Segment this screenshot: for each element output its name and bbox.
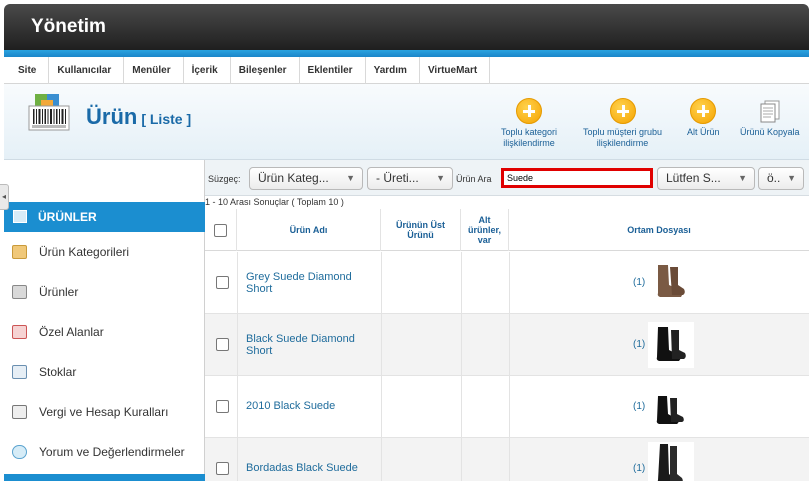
- product-table: Ürün Adı Ürünün Üst Ürünü Alt ürünler, v…: [205, 209, 809, 481]
- fields-icon: [12, 325, 27, 339]
- sidebar-item-tax-rules[interactable]: Vergi ve Hesap Kuralları: [4, 392, 205, 432]
- bulk-customer-group-label-1: Toplu müşteri grubu: [583, 127, 663, 137]
- add-icon: [516, 98, 543, 124]
- boot-thumbnail[interactable]: [648, 259, 694, 305]
- sidebar-item-products[interactable]: Ürünler: [4, 272, 205, 312]
- table-row: Black Suede Diamond Short (1): [205, 314, 809, 376]
- folder-icon: [12, 245, 27, 259]
- menu-site[interactable]: Site: [10, 56, 50, 84]
- sidebar-item-label: Özel Alanlar: [39, 325, 104, 339]
- product-name-link[interactable]: Black Suede Diamond Short: [246, 333, 376, 357]
- main-menu: Site Kullanıcılar Menüler İçerik Bileşen…: [4, 56, 809, 84]
- menu-virtuemart[interactable]: VirtueMart: [420, 56, 491, 84]
- chevron-down-icon: ▼: [436, 173, 445, 183]
- menu-menus[interactable]: Menüler: [124, 56, 184, 84]
- chevron-down-icon: ▼: [346, 173, 355, 183]
- page-title-text: Ürün: [86, 104, 138, 129]
- media-count[interactable]: (1): [633, 463, 645, 474]
- sidebar-item-label: Vergi ve Hesap Kuralları: [39, 405, 169, 419]
- sidebar-item-label: Ürün Kategorileri: [39, 245, 130, 259]
- select-all-cell: [205, 209, 237, 251]
- bulk-category-label-1: Toplu kategori: [501, 127, 558, 137]
- add-icon: [609, 98, 636, 124]
- media-count[interactable]: (1): [633, 277, 645, 288]
- sidebar-item-label: Ürünler: [39, 285, 79, 299]
- table-row: Grey Suede Diamond Short (1): [205, 252, 809, 314]
- sidebar-item-label: Yorum ve Değerlendirmeler: [39, 445, 185, 459]
- sidebar: ÜRÜNLER Ürün Kategorileri Ürünler Özel A…: [4, 160, 205, 481]
- category-filter-value: Ürün Kateg...: [258, 171, 329, 185]
- bulk-category-label-2: ilişkilendirme: [503, 138, 555, 148]
- sidebar-next-section[interactable]: [4, 474, 205, 481]
- sidebar-item-categories[interactable]: Ürün Kategorileri: [4, 232, 205, 272]
- copy-product-label: Ürünü Kopyala: [740, 127, 800, 137]
- status-filter-value: Lütfen S...: [666, 171, 721, 185]
- child-product-button[interactable]: Alt Ürün: [687, 98, 720, 138]
- menu-components[interactable]: Bileşenler: [231, 56, 300, 84]
- results-summary: 1 - 10 Arası Sonuçlar ( Toplam 10 ): [205, 197, 344, 207]
- filter-bar: Süzgeç: Ürün Kateg... ▼ - Üreti... ▼ Ürün …: [205, 160, 809, 196]
- sidebar-header-label: ÜRÜNLER: [38, 210, 97, 224]
- bulk-category-button[interactable]: Toplu kategori ilişkilendirme: [501, 98, 557, 149]
- product-name-link[interactable]: Grey Suede Diamond Short: [246, 271, 376, 295]
- search-label: Ürün Ara: [456, 174, 492, 184]
- row-checkbox[interactable]: [216, 462, 229, 475]
- products-icon: [13, 210, 27, 223]
- toolbar: Ürün[ Liste ] Toplu kategori ilişkilendi…: [4, 84, 809, 160]
- sidebar-item-stocks[interactable]: Stoklar: [4, 352, 205, 392]
- menu-users[interactable]: Kullanıcılar: [49, 56, 125, 84]
- product-name-link[interactable]: 2010 Black Suede: [246, 400, 376, 412]
- filter-label: Süzgeç:: [208, 174, 241, 184]
- boot-thumbnail[interactable]: [648, 322, 694, 368]
- status-filter-select[interactable]: Lütfen S... ▼: [657, 167, 755, 190]
- select-all-checkbox[interactable]: [214, 223, 227, 237]
- boot-thumbnail[interactable]: [648, 386, 694, 432]
- table-row: 2010 Black Suede (1): [205, 376, 809, 438]
- bulk-customer-group-label-2: ilişkilendirme: [596, 138, 649, 148]
- media-count[interactable]: (1): [633, 339, 645, 350]
- product-barcode-icon: [26, 92, 72, 136]
- product-name-link[interactable]: Bordadas Black Suede: [246, 462, 376, 474]
- category-filter-select[interactable]: Ürün Kateg... ▼: [249, 167, 363, 190]
- add-icon: [690, 98, 717, 124]
- search-input[interactable]: [501, 168, 653, 188]
- column-child-products[interactable]: Alt ürünler, var: [461, 209, 509, 251]
- row-checkbox[interactable]: [216, 338, 229, 351]
- column-media: Ortam Dosyası: [627, 225, 691, 235]
- page-subtitle: [ Liste ]: [141, 111, 192, 127]
- column-parent-product[interactable]: Ürünün Üst Ürünü: [381, 209, 461, 251]
- manufacturer-filter-select[interactable]: - Üreti... ▼: [367, 167, 453, 190]
- order-filter-select[interactable]: ö.. ▼: [758, 167, 804, 190]
- camera-icon: [12, 285, 27, 299]
- row-checkbox[interactable]: [216, 276, 229, 289]
- column-product-name[interactable]: Ürün Adı: [237, 209, 381, 251]
- sidebar-item-custom-fields[interactable]: Özel Alanlar: [4, 312, 205, 352]
- copy-product-button[interactable]: Ürünü Kopyala: [740, 98, 800, 138]
- table-header: Ürün Adı Ürünün Üst Ürünü Alt ürünler, v…: [205, 209, 809, 251]
- media-count[interactable]: (1): [633, 401, 645, 412]
- sidebar-collapse-toggle[interactable]: ◂: [0, 184, 9, 210]
- comment-icon: [12, 445, 27, 459]
- row-checkbox[interactable]: [216, 400, 229, 413]
- manufacturer-filter-value: - Üreti...: [376, 171, 419, 185]
- sidebar-item-label: Stoklar: [39, 365, 77, 379]
- child-product-label: Alt Ürün: [687, 127, 720, 137]
- boot-thumbnail[interactable]: [648, 442, 694, 481]
- admin-title: Yönetim: [31, 16, 106, 37]
- sidebar-item-reviews[interactable]: Yorum ve Değerlendirmeler: [4, 432, 205, 472]
- chevron-down-icon: ▼: [738, 173, 747, 183]
- order-filter-value: ö..: [767, 171, 781, 185]
- calculator-icon: [12, 405, 27, 419]
- chevron-down-icon: ▼: [787, 173, 796, 183]
- copy-document-icon: [757, 98, 783, 124]
- admin-header: Yönetim: [4, 4, 809, 50]
- menu-help[interactable]: Yardım: [366, 56, 420, 84]
- menu-content[interactable]: İçerik: [184, 56, 231, 84]
- chart-icon: [12, 365, 27, 379]
- table-row: Bordadas Black Suede (1): [205, 438, 809, 481]
- bulk-customer-group-button[interactable]: Toplu müşteri grubu ilişkilendirme: [583, 98, 662, 149]
- sidebar-header[interactable]: ÜRÜNLER: [4, 202, 205, 232]
- menu-extensions[interactable]: Eklentiler: [300, 56, 366, 84]
- page-title: Ürün[ Liste ]: [86, 104, 191, 130]
